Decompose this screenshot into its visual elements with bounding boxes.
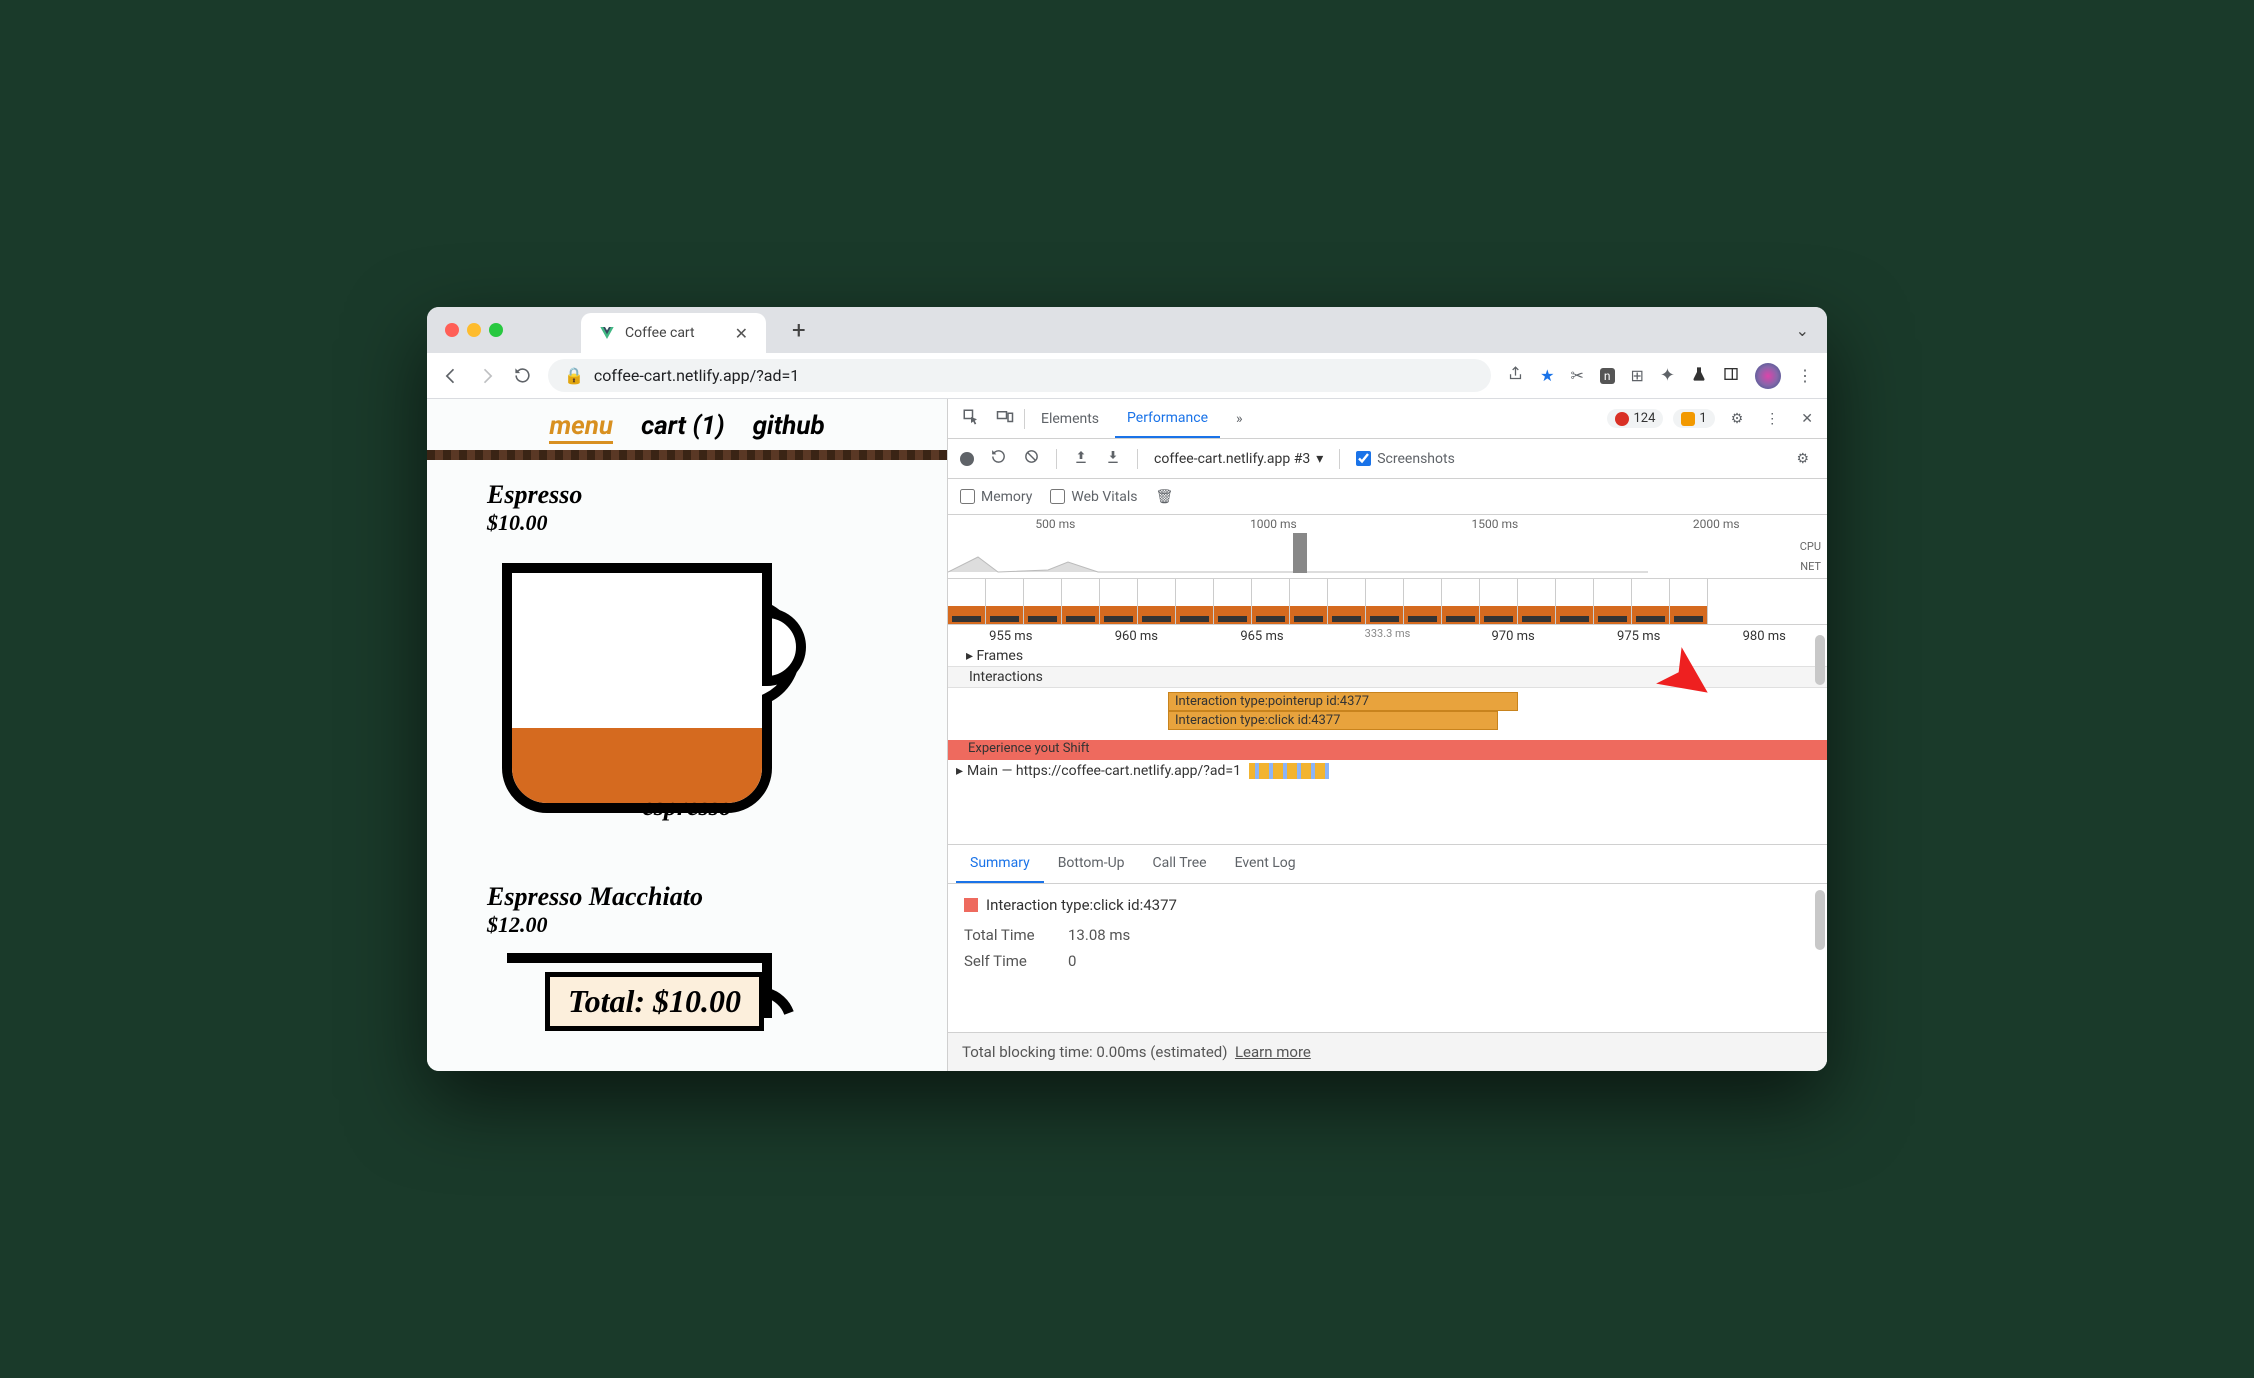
lock-icon: 🔒 [564,366,584,385]
inspect-icon[interactable] [956,402,986,436]
gear-icon[interactable]: ⚙ [1725,405,1750,433]
tab-summary[interactable]: Summary [956,845,1044,883]
url-field[interactable]: 🔒 coffee-cart.netlify.app/?ad=1 [548,359,1491,392]
screenshot-filmstrip[interactable] [948,579,1827,625]
summary-pane: Interaction type:click id:4377 Total Tim… [948,884,1827,1032]
interaction-bar[interactable]: Interaction type:pointerup id:4377 [1168,692,1518,711]
devtools-panel: Elements Performance » 124 1 ⚙ ⋮ ✕ [947,399,1827,1071]
summary-title: Interaction type:click id:4377 [986,896,1177,914]
back-button[interactable] [441,366,461,386]
record-icon[interactable] [960,452,974,466]
share-icon[interactable] [1507,365,1524,386]
chevron-down-icon[interactable]: ⌄ [1796,321,1809,340]
chevron-down-icon: ▾ [1316,451,1323,467]
menu-icon[interactable]: ⋮ [1797,366,1813,385]
grid-icon[interactable]: ⊞ [1631,366,1644,385]
errors-badge[interactable]: 124 [1607,409,1663,428]
content-area: menu cart (1) github Espresso $10.00 esp… [427,399,1827,1071]
titlebar: Coffee cart ✕ + ⌄ [427,307,1827,353]
browser-window: Coffee cart ✕ + ⌄ 🔒 coffee-cart.netlify.… [427,307,1827,1071]
reload-button[interactable] [513,366,532,385]
trash-icon[interactable]: 🗑 [1156,489,1174,505]
perf-toolbar: coffee-cart.netlify.app #3 ▾ Screenshots… [948,439,1827,479]
cart-total[interactable]: Total: $10.00 [545,972,764,1031]
tab-more[interactable]: » [1224,401,1255,437]
product-price: $12.00 [487,912,887,938]
flask-icon[interactable] [1691,365,1707,387]
close-tab-icon[interactable]: ✕ [735,324,748,343]
nav-github[interactable]: github [753,411,825,444]
tab-title: Coffee cart [625,325,695,341]
close-icon[interactable]: ✕ [1795,405,1819,433]
forward-button[interactable] [477,366,497,386]
toolbar-icons: ★ ✂ n ⊞ ✦ ⋮ [1507,363,1813,389]
new-tab-icon[interactable]: + [792,316,806,344]
minimize-window-icon[interactable] [467,323,481,337]
product-name: Espresso [487,480,887,510]
experience-bar[interactable]: Experience yout Shift [948,740,1827,760]
summary-tabs: Summary Bottom-Up Call Tree Event Log [948,845,1827,884]
nav-menu[interactable]: menu [549,411,613,444]
flame-chart[interactable]: 955 ms960 ms965 ms 333.3 ms 970 ms975 ms… [948,625,1827,845]
extensions-icon[interactable]: ✦ [1660,365,1675,386]
reload-profile-icon[interactable] [990,448,1007,469]
learn-more-link[interactable]: Learn more [1235,1043,1311,1061]
product-name: Espresso Macchiato [487,882,887,912]
download-icon[interactable] [1105,449,1121,469]
upload-icon[interactable] [1073,449,1089,469]
scrollbar[interactable] [1815,890,1825,950]
kebab-icon[interactable]: ⋮ [1759,405,1785,433]
scrollbar[interactable] [1815,635,1825,685]
maximize-window-icon[interactable] [489,323,503,337]
color-swatch-icon [964,898,978,912]
bookmark-icon[interactable]: ★ [1540,366,1554,385]
screenshots-checkbox[interactable]: Screenshots [1356,451,1455,467]
tab-eventlog[interactable]: Event Log [1221,845,1310,883]
tab-calltree[interactable]: Call Tree [1139,845,1221,883]
perf-toolbar-2: Memory Web Vitals 🗑 [948,479,1827,515]
scissors-icon[interactable]: ✂ [1570,366,1583,385]
interaction-bar[interactable]: Interaction type:click id:4377 [1168,711,1498,730]
warnings-badge[interactable]: 1 [1673,409,1714,428]
track-main[interactable]: ▸ Main — https://coffee-cart.netlify.app… [948,760,1827,782]
profile-select[interactable]: coffee-cart.netlify.app #3 ▾ [1154,451,1323,467]
divider-beans [427,450,947,460]
vue-icon [599,325,615,341]
devtools-tabs: Elements Performance » 124 1 ⚙ ⋮ ✕ [948,399,1827,439]
product-espresso: Espresso $10.00 espresso [427,460,947,922]
url-text: coffee-cart.netlify.app/?ad=1 [594,366,799,385]
gear-icon[interactable]: ⚙ [1790,445,1815,473]
profile-avatar[interactable] [1755,363,1781,389]
fill-label: espresso [487,792,887,822]
product-price: $10.00 [487,510,887,536]
webpage: menu cart (1) github Espresso $10.00 esp… [427,399,947,1071]
blocking-time-footer: Total blocking time: 0.00ms (estimated) … [948,1032,1827,1071]
tab-performance[interactable]: Performance [1115,400,1220,438]
sidepanel-icon[interactable] [1723,366,1739,386]
device-icon[interactable] [990,402,1020,436]
browser-tab[interactable]: Coffee cart ✕ [581,313,766,353]
nav-cart[interactable]: cart (1) [641,411,725,444]
site-nav: menu cart (1) github [427,399,947,450]
tab-elements[interactable]: Elements [1029,401,1111,437]
webvitals-checkbox[interactable]: Web Vitals [1050,489,1137,505]
memory-checkbox[interactable]: Memory [960,489,1032,505]
overview-timeline[interactable]: 500 ms 1000 ms 1500 ms 2000 ms CPUNET [948,515,1827,579]
extension-n-icon[interactable]: n [1600,368,1615,384]
address-bar: 🔒 coffee-cart.netlify.app/?ad=1 ★ ✂ n ⊞ … [427,353,1827,399]
clear-icon[interactable] [1023,448,1040,469]
close-window-icon[interactable] [445,323,459,337]
tab-bottomup[interactable]: Bottom-Up [1044,845,1139,883]
